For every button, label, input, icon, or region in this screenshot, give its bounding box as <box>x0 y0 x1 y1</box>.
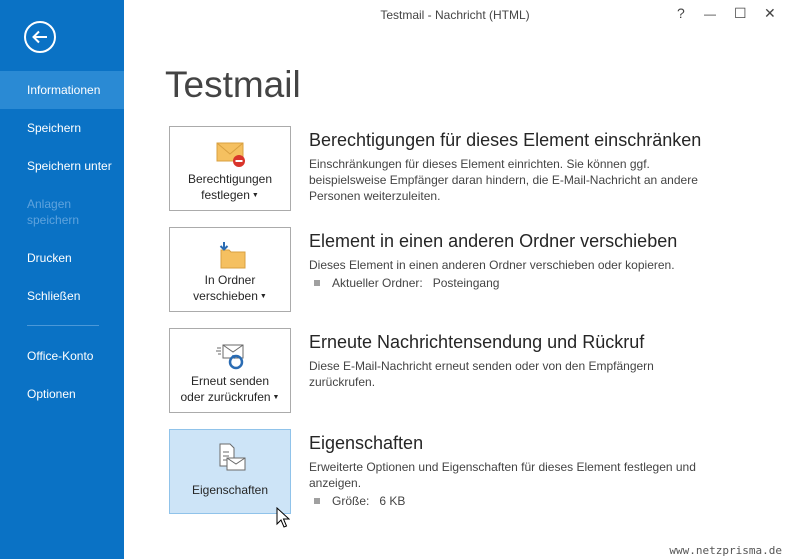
bullet-icon <box>314 280 320 286</box>
dropdown-caret-icon: ▼ <box>272 394 280 401</box>
help-button[interactable]: ? <box>677 5 685 21</box>
move-label: In Ordner <box>204 273 256 287</box>
section-desc-properties: Erweiterte Optionen und Eigenschaften fü… <box>309 460 696 490</box>
watermark: www.netzprisma.de <box>669 544 782 557</box>
arrow-left-icon <box>32 30 47 44</box>
move-to-folder-button[interactable]: In Ordner verschieben ▼ <box>169 227 291 312</box>
nav-anlagen-speichern: Anlagen speichern <box>27 197 80 227</box>
current-folder-value: Posteingang <box>432 276 500 290</box>
page-title: Testmail <box>165 64 301 105</box>
properties-button[interactable]: Eigenschaften <box>169 429 291 514</box>
section-title-properties: Eigenschaften <box>309 433 424 453</box>
window-title: Testmail - Nachricht (HTML) <box>380 8 530 22</box>
envelope-restrict-icon <box>216 142 245 167</box>
resend-label-2: oder zurückrufen <box>180 390 271 404</box>
mouse-pointer-icon <box>276 507 290 528</box>
resend-icon <box>216 344 244 370</box>
resend-label: Erneut senden <box>190 374 270 388</box>
nav-schliessen[interactable]: Schließen <box>0 277 124 315</box>
nav-speichern-unter[interactable]: Speichern unter <box>0 147 124 185</box>
nav-informationen[interactable]: Informationen <box>0 71 124 109</box>
properties-icon <box>219 443 246 471</box>
minimize-button[interactable]: — <box>704 7 716 21</box>
size-label: Größe: <box>332 494 370 508</box>
section-desc-permissions: Einschränkungen für dieses Element einri… <box>309 157 698 203</box>
nav-optionen[interactable]: Optionen <box>0 375 124 413</box>
section-title-permissions: Berechtigungen für dieses Element einsch… <box>309 130 702 150</box>
size-row: Größe: 6 KB <box>314 494 405 508</box>
permissions-label: Berechtigungen <box>187 172 273 186</box>
backstage-sidebar: Informationen Speichern Speichern unter … <box>0 0 124 559</box>
close-button[interactable]: ✕ <box>764 5 776 22</box>
back-button[interactable] <box>24 21 56 53</box>
section-desc-resend: Diese E-Mail-Nachricht erneut senden ode… <box>309 359 654 389</box>
size-value: 6 KB <box>379 494 406 508</box>
resend-recall-button[interactable]: Erneut senden oder zurückrufen ▼ <box>169 328 291 413</box>
nav-speichern[interactable]: Speichern <box>0 109 124 147</box>
nav-drucken[interactable]: Drucken <box>0 239 124 277</box>
current-folder-label: Aktueller Ordner: <box>332 276 423 290</box>
permissions-button[interactable]: Berechtigungen festlegen ▼ <box>169 126 291 211</box>
section-title-move: Element in einen anderen Ordner verschie… <box>309 231 678 251</box>
folder-move-icon <box>219 242 246 269</box>
move-label-2: verschieben <box>193 289 258 303</box>
current-folder-row: Aktueller Ordner: Posteingang <box>314 276 499 290</box>
section-title-resend: Erneute Nachrichtensendung und Rückruf <box>309 332 645 352</box>
section-desc-move: Dieses Element in einen anderen Ordner v… <box>309 258 675 272</box>
bullet-icon <box>314 498 320 504</box>
permissions-label-2: festlegen <box>201 188 250 202</box>
dropdown-caret-icon: ▼ <box>259 293 267 300</box>
nav-separator <box>27 325 99 326</box>
properties-label: Eigenschaften <box>191 483 269 497</box>
nav-office-konto[interactable]: Office-Konto <box>0 337 124 375</box>
maximize-button[interactable]: ☐ <box>734 5 747 22</box>
dropdown-caret-icon: ▼ <box>251 192 259 199</box>
